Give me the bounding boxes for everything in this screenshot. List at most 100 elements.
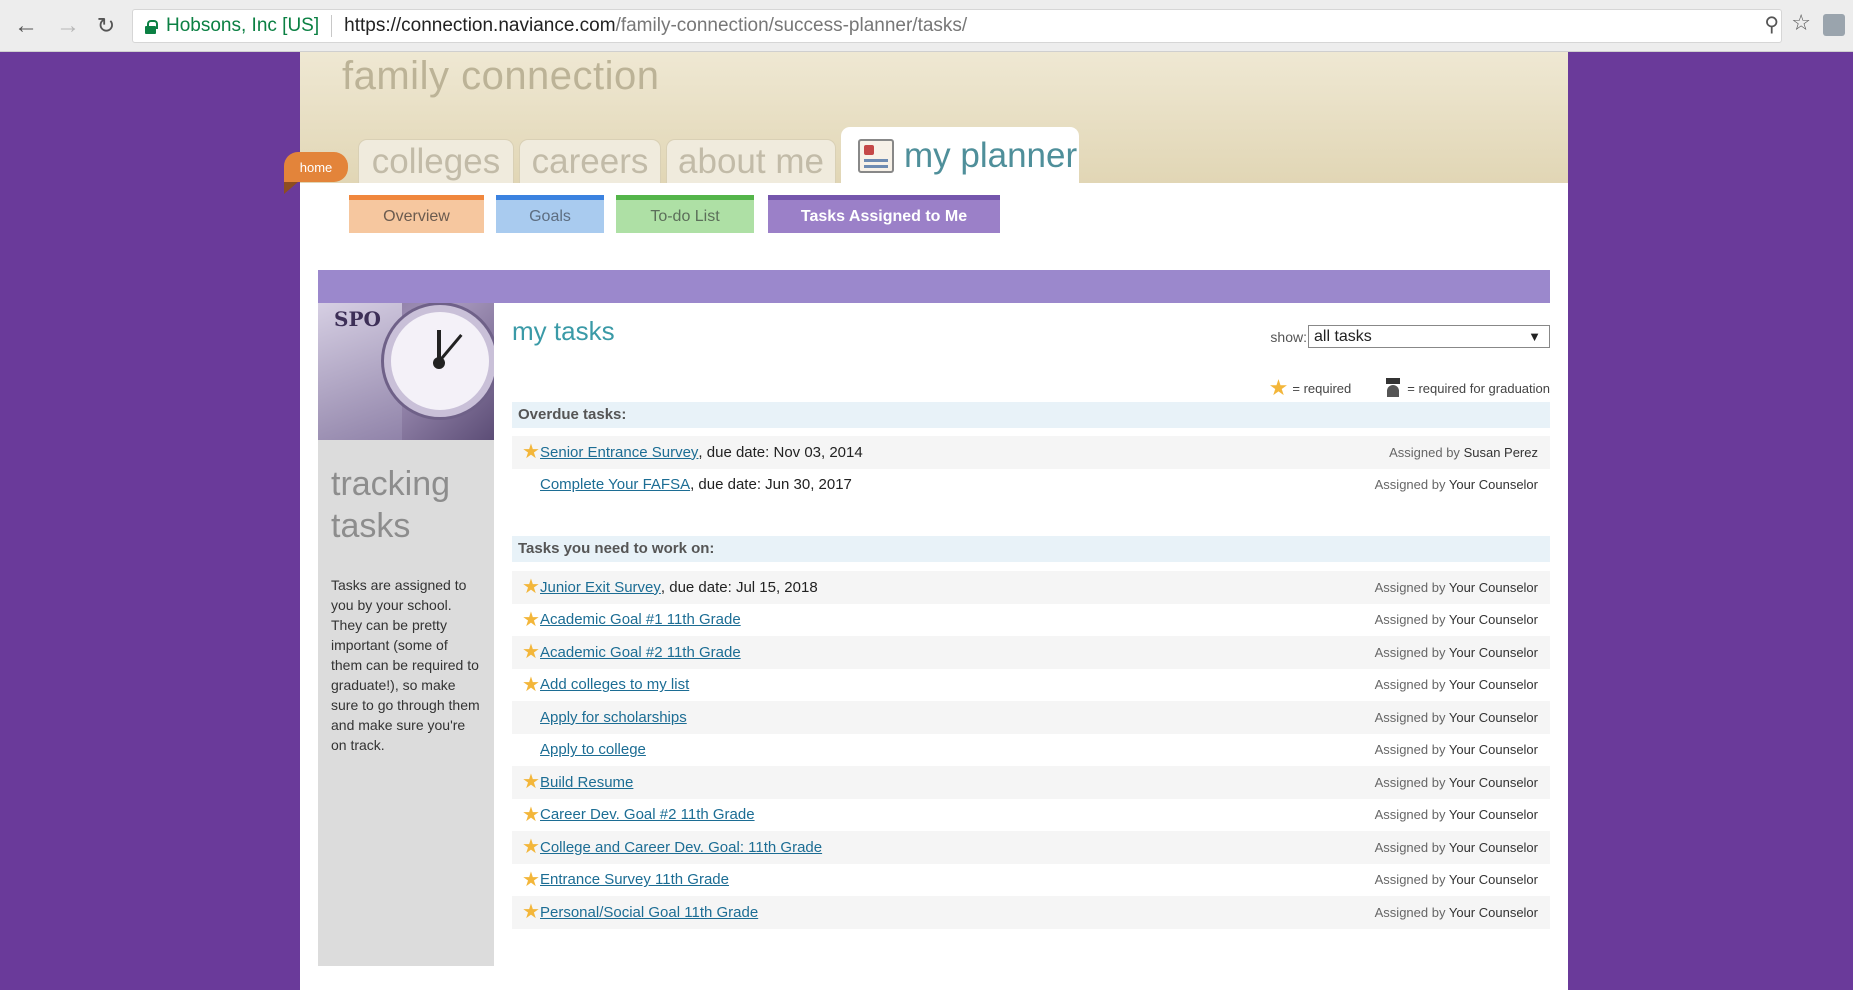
required-star-icon: ★ — [522, 868, 540, 891]
task-assignee: Assigned by Your Counselor — [1375, 677, 1538, 692]
task-due-date: , due date: Nov 03, 2014 — [698, 443, 863, 461]
task-row: ★ Career Dev. Goal #2 11th Grade Assigned … — [512, 799, 1550, 832]
assigned-by-label: Assigned by — [1374, 644, 1446, 660]
task-row: ★ Senior Entrance Survey, due date: Nov 0… — [512, 436, 1550, 469]
task-due-date: , due date: Jul 15, 2018 — [660, 578, 818, 596]
assigned-by-label: Assigned by — [1374, 677, 1446, 693]
task-assignee: Assigned by Your Counselor — [1375, 710, 1538, 725]
task-row: ★ Academic Goal #2 11th Grade Assigned by … — [512, 636, 1550, 669]
task-link[interactable]: Personal/Social Goal 11th Grade — [540, 904, 758, 921]
assigned-by-label: Assigned by — [1374, 579, 1446, 595]
site-identity: Hobsons, Inc [US] — [166, 15, 320, 36]
task-row: ★ Junior Exit Survey, due date: Jul 15, 2… — [512, 571, 1550, 604]
task-link[interactable]: Academic Goal #1 11th Grade — [540, 611, 741, 628]
assigned-by-label: Assigned by — [1374, 807, 1446, 823]
task-link[interactable]: Academic Goal #2 11th Grade — [540, 644, 741, 661]
assignee-name: Your Counselor — [1448, 612, 1538, 628]
clock-image-text: SPO — [334, 307, 381, 331]
page-title: my tasks — [512, 316, 615, 346]
graduation-icon — [1383, 378, 1403, 398]
url-divider — [331, 15, 333, 37]
task-due-date: , due date: Jun 30, 2017 — [690, 476, 852, 494]
assignee-name: Your Counselor — [1448, 677, 1538, 693]
task-link[interactable]: Complete Your FAFSA — [540, 476, 690, 493]
assignee-name: Your Counselor — [1448, 644, 1538, 660]
required-star-icon: ★ — [522, 803, 540, 826]
assignee-name: Your Counselor — [1448, 477, 1538, 493]
task-assignee: Assigned by Your Counselor — [1375, 807, 1538, 822]
overdue-task-list: ★ Senior Entrance Survey, due date: Nov 0… — [512, 436, 1550, 501]
address-bar[interactable]: Hobsons, Inc [US] https://connection.nav… — [132, 9, 1782, 43]
task-assignee: Assigned by Your Counselor — [1375, 645, 1538, 660]
assignee-name: Your Counselor — [1448, 579, 1538, 595]
task-link[interactable]: Career Dev. Goal #2 11th Grade — [540, 806, 755, 823]
task-assignee: Assigned by Your Counselor — [1375, 840, 1538, 855]
show-filter-select[interactable]: all tasks ▼ — [1308, 325, 1550, 348]
task-link[interactable]: Apply for scholarships — [540, 709, 687, 726]
lock-icon — [145, 19, 158, 34]
assigned-by-label: Assigned by — [1374, 872, 1446, 888]
assigned-by-label: Assigned by — [1374, 904, 1446, 920]
assigned-by-label: Assigned by — [1374, 709, 1446, 725]
task-row: ★ Entrance Survey 11th Grade Assigned by Y… — [512, 864, 1550, 897]
assigned-by-label: Assigned by — [1374, 742, 1446, 758]
work-task-list: ★ Junior Exit Survey, due date: Jul 15, 2… — [512, 571, 1550, 929]
subtab-bar — [318, 270, 1550, 303]
required-star-icon: ★ — [522, 576, 540, 599]
sidebar-title: tracking tasks — [331, 465, 451, 545]
back-arrow-icon[interactable]: ← — [12, 12, 40, 40]
assignee-name: Susan Perez — [1463, 444, 1538, 460]
dropdown-arrow-icon: ▼ — [1528, 329, 1541, 344]
assignee-name: Your Counselor — [1448, 742, 1538, 758]
assignee-name: Your Counselor — [1448, 904, 1538, 920]
required-star-icon: ★ — [522, 441, 540, 464]
task-link[interactable]: Senior Entrance Survey — [540, 444, 698, 461]
required-star-icon: ★ — [522, 641, 540, 664]
task-link[interactable]: Build Resume — [540, 774, 633, 791]
task-row: ★ Personal/Social Goal 11th Grade Assigned… — [512, 896, 1550, 929]
assignee-name: Your Counselor — [1448, 872, 1538, 888]
subtab-overview[interactable]: Overview — [349, 195, 484, 233]
task-link[interactable]: Junior Exit Survey — [540, 579, 661, 596]
zoom-out-icon[interactable]: ⚲ — [1764, 12, 1779, 37]
task-row: Apply to college Assigned by Your Counsel… — [512, 734, 1550, 767]
legend-required: = required — [1292, 380, 1352, 396]
legend: ★ = required = required for graduation — [1269, 375, 1550, 401]
assigned-by-label: Assigned by — [1374, 774, 1446, 790]
content-layer: Overview Goals To-do List Tasks Assigned… — [300, 52, 1568, 990]
task-assignee: Assigned by Your Counselor — [1375, 477, 1538, 492]
reload-icon[interactable]: ↻ — [92, 12, 120, 40]
work-section-header: Tasks you need to work on: — [512, 536, 1550, 562]
show-filter-value: all tasks — [1314, 328, 1372, 345]
url-host: https://connection.naviance.com — [344, 15, 616, 36]
legend-graduation: = required for graduation — [1407, 380, 1550, 396]
assignee-name: Your Counselor — [1448, 807, 1538, 823]
url-path: /family-connection/success-planner/tasks… — [615, 15, 968, 36]
task-assignee: Assigned by Your Counselor — [1375, 872, 1538, 887]
extension-icon[interactable] — [1823, 14, 1845, 36]
task-assignee: Assigned by Your Counselor — [1375, 612, 1538, 627]
forward-arrow-icon[interactable]: → — [54, 12, 82, 40]
task-assignee: Assigned by Your Counselor — [1375, 580, 1538, 595]
assignee-name: Your Counselor — [1448, 774, 1538, 790]
task-row: Apply for scholarships Assigned by Your C… — [512, 701, 1550, 734]
task-link[interactable]: College and Career Dev. Goal: 11th Grade — [540, 839, 822, 856]
assigned-by-label: Assigned by — [1374, 839, 1446, 855]
task-link[interactable]: Entrance Survey 11th Grade — [540, 871, 729, 888]
assignee-name: Your Counselor — [1448, 709, 1538, 725]
assigned-by-label: Assigned by — [1389, 444, 1460, 460]
task-row: ★ Add colleges to my list Assigned by Your… — [512, 669, 1550, 702]
task-row: ★ Build Resume Assigned by Your Counselor — [512, 766, 1550, 799]
clock-image: SPO — [318, 303, 494, 440]
task-row: Complete Your FAFSA, due date: Jun 30, 2… — [512, 469, 1550, 502]
task-link[interactable]: Add colleges to my list — [540, 676, 689, 693]
task-row: ★ Academic Goal #1 11th Grade Assigned by … — [512, 604, 1550, 637]
subtab-tasks-assigned[interactable]: Tasks Assigned to Me — [768, 195, 1000, 233]
bookmark-star-icon[interactable]: ☆ — [1791, 10, 1811, 36]
subtab-goals[interactable]: Goals — [496, 195, 604, 233]
task-link[interactable]: Apply to college — [540, 741, 646, 758]
required-star-icon: ★ — [522, 901, 540, 924]
subtab-todo-list[interactable]: To-do List — [616, 195, 754, 233]
required-star-icon: ★ — [522, 608, 540, 631]
task-assignee: Assigned by Susan Perez — [1389, 445, 1538, 460]
